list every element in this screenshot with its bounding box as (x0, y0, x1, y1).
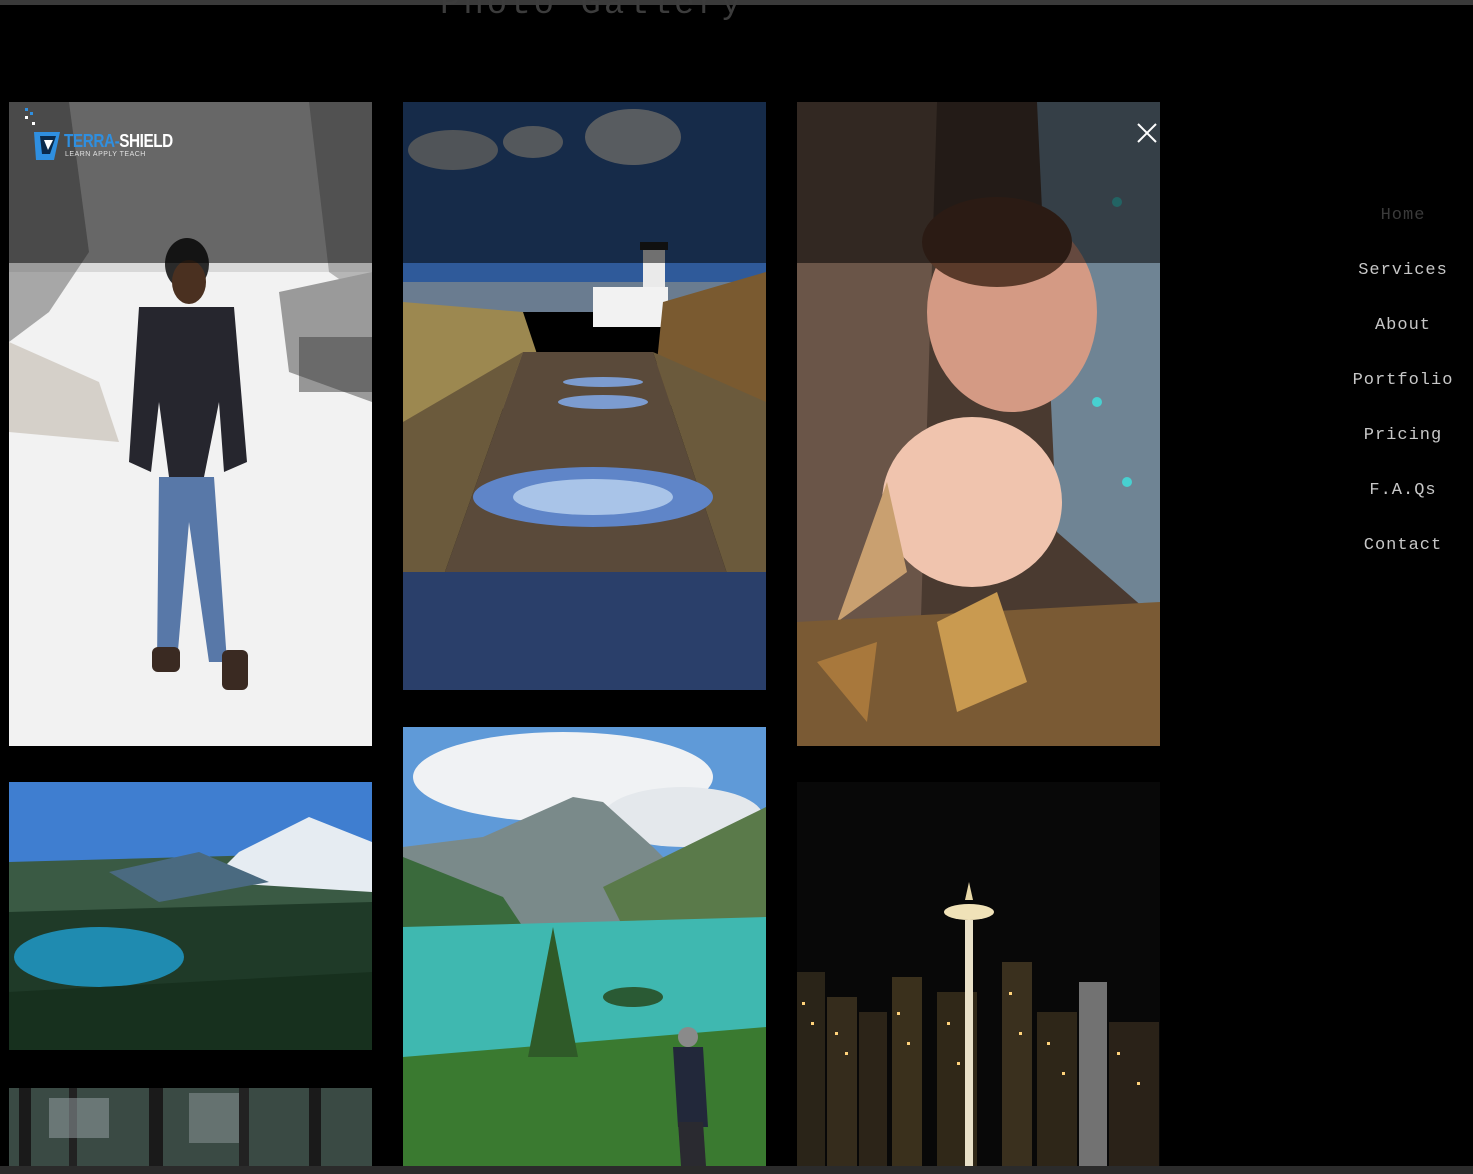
logo-tagline: LEARN APPLY TEACH (65, 151, 146, 158)
nav-item-pricing[interactable]: Pricing (1330, 420, 1473, 475)
photo-forest-trees[interactable] (9, 1088, 372, 1166)
header-overlay (9, 102, 1160, 263)
nav-item-contact[interactable]: Contact (1330, 530, 1473, 585)
nav-item-home[interactable]: Home (1330, 200, 1473, 255)
main-nav: Home Services About Portfolio Pricing F.… (1330, 200, 1473, 585)
nav-item-services[interactable]: Services (1330, 255, 1473, 310)
photo-seattle-space-needle[interactable] (797, 782, 1160, 1166)
logo-wordmark: TERRA-SHIELD (64, 131, 173, 151)
nav-item-portfolio[interactable]: Portfolio (1330, 365, 1473, 420)
bottom-scrollbar[interactable] (0, 1166, 1473, 1174)
close-icon[interactable] (1132, 118, 1162, 148)
page-title: Photo Gallery (440, 0, 745, 24)
nav-item-faqs[interactable]: F.A.Qs (1330, 475, 1473, 530)
photo-mountain-lake[interactable] (9, 782, 372, 1050)
photo-diablo-lake-hiker[interactable] (403, 727, 766, 1166)
nav-item-about[interactable]: About (1330, 310, 1473, 365)
